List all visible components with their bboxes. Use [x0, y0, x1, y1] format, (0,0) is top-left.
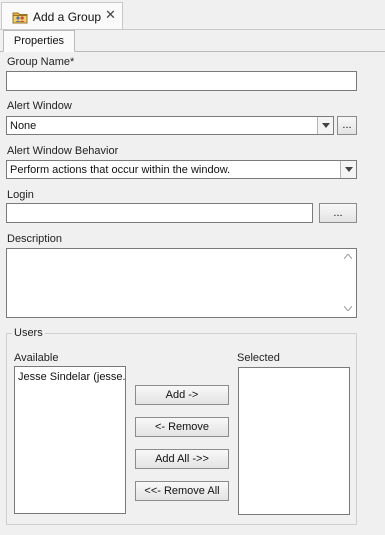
scroll-up-icon[interactable]	[341, 250, 355, 264]
description-textarea[interactable]	[6, 248, 357, 318]
selected-users-list[interactable]	[238, 367, 350, 515]
alert-window-selected-value: None	[10, 120, 37, 132]
alert-window-behavior-select[interactable]: Perform actions that occur within the wi…	[6, 160, 357, 179]
remove-all-users-button[interactable]: <<- Remove All	[135, 481, 229, 501]
alert-window-behavior-selected-value: Perform actions that occur within the wi…	[10, 164, 231, 176]
login-label: Login	[7, 189, 34, 201]
chevron-down-icon	[345, 167, 353, 172]
alert-window-behavior-dropdown-button[interactable]	[340, 161, 356, 178]
users-group-title: Users	[12, 327, 45, 339]
alert-window-label: Alert Window	[7, 100, 72, 112]
description-label: Description	[7, 233, 63, 245]
add-user-button[interactable]: Add ->	[135, 385, 229, 405]
close-icon[interactable]: ✕	[105, 7, 116, 23]
group-name-label: Group Name*	[7, 56, 75, 68]
available-label: Available	[14, 352, 59, 364]
tab-properties[interactable]: Properties	[3, 30, 75, 52]
description-scrollbar[interactable]	[341, 250, 355, 316]
selected-label: Selected	[237, 352, 280, 364]
add-all-users-button[interactable]: Add All ->>	[135, 449, 229, 469]
alert-window-behavior-label: Alert Window Behavior	[7, 145, 119, 157]
alert-window-browse-button[interactable]: ...	[337, 116, 357, 135]
alert-window-dropdown-button[interactable]	[317, 117, 333, 134]
document-tab-title: Add a Group	[33, 10, 102, 24]
list-item[interactable]: Jesse Sindelar (jesse.s	[18, 371, 125, 383]
remove-user-button[interactable]: <- Remove	[135, 417, 229, 437]
alert-window-select[interactable]: None	[6, 116, 334, 135]
login-browse-button[interactable]: ...	[319, 203, 357, 223]
document-tab-add-group[interactable]: Add a Group ✕	[1, 2, 123, 29]
chevron-down-icon	[322, 123, 330, 128]
scroll-down-icon[interactable]	[341, 302, 355, 316]
folder-group-icon	[12, 10, 28, 24]
login-input[interactable]	[6, 203, 313, 223]
group-name-input[interactable]	[6, 71, 357, 91]
available-users-list[interactable]: Jesse Sindelar (jesse.s	[14, 366, 126, 514]
